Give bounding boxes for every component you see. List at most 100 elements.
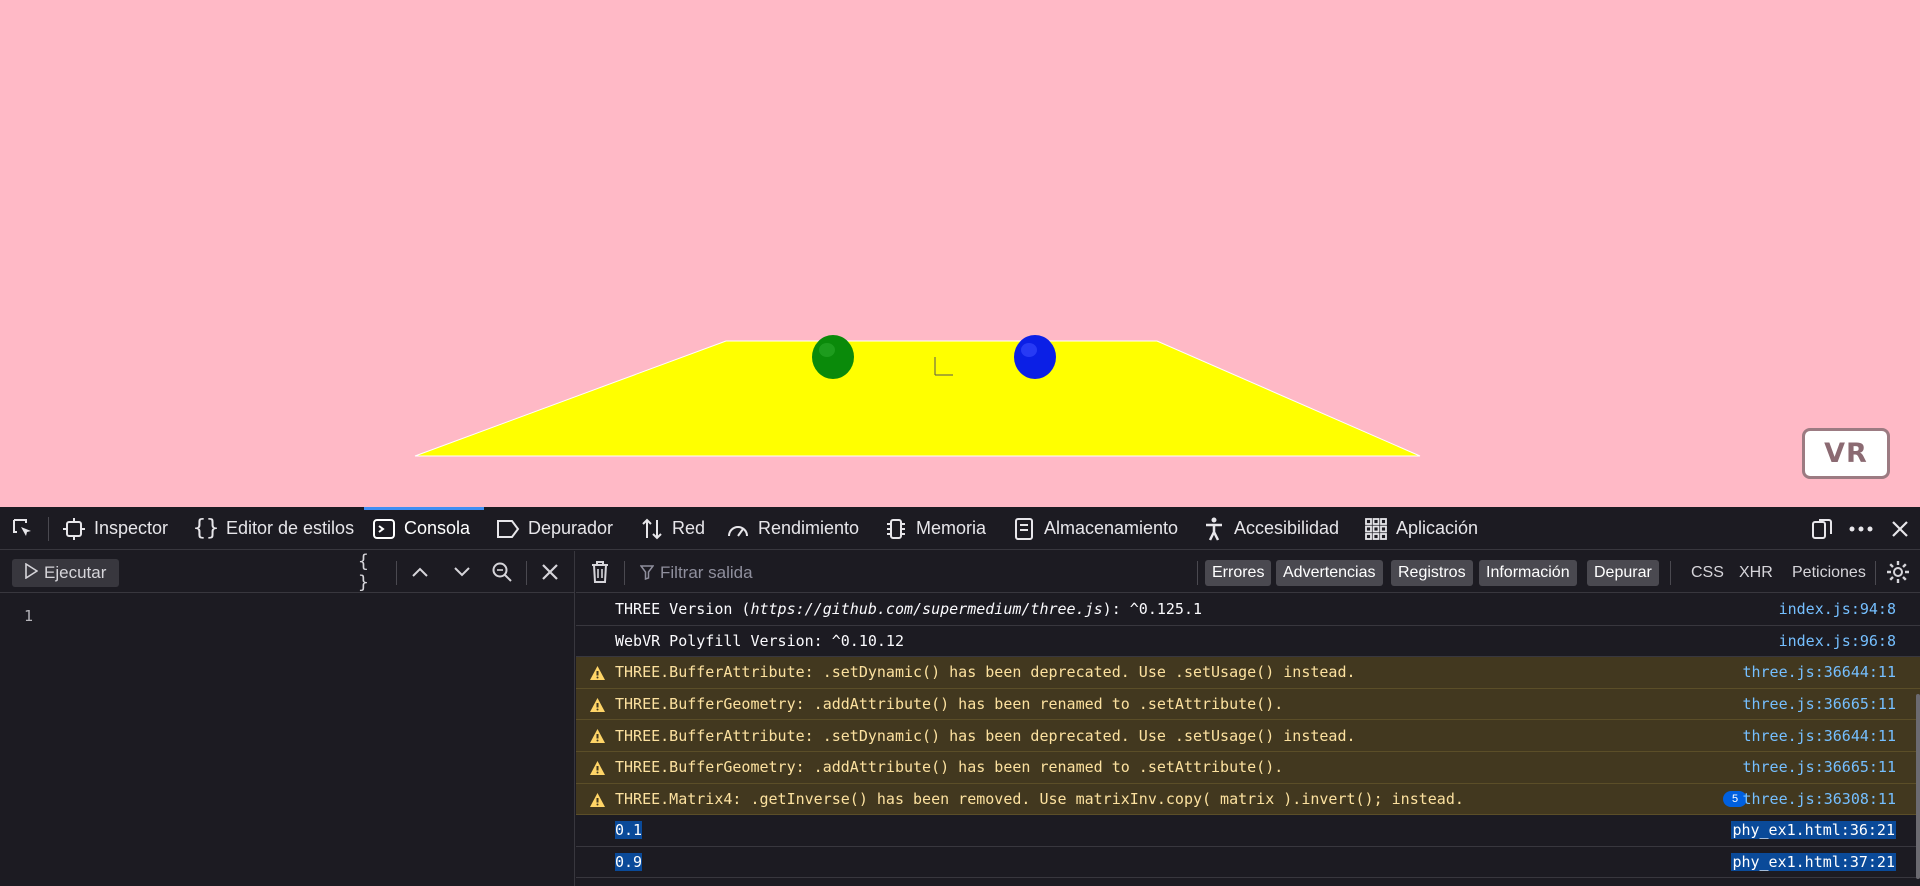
- toolbar-separator: [1197, 561, 1198, 585]
- vr-button[interactable]: VR: [1802, 428, 1890, 479]
- memory-icon: [884, 517, 908, 541]
- tab-accessibility[interactable]: Accesibilidad: [1194, 507, 1347, 550]
- message-source-link[interactable]: three.js:36644:11: [1742, 727, 1896, 745]
- message-text: 0.1: [615, 821, 643, 840]
- gear-icon[interactable]: [1882, 557, 1914, 587]
- tab-label: Red: [672, 518, 706, 538]
- tab-performance[interactable]: Rendimiento: [718, 507, 867, 550]
- message-source-link[interactable]: phy_ex1.html:37:21: [1731, 853, 1896, 872]
- filter-css-button[interactable]: CSS: [1691, 560, 1724, 586]
- message-source-link[interactable]: phy_ex1.html:36:21: [1731, 821, 1896, 840]
- filter-xhr-button[interactable]: XHR: [1739, 560, 1773, 586]
- tab-label: Inspector: [94, 518, 169, 538]
- tab-inspector[interactable]: Inspector: [54, 507, 176, 550]
- performance-icon: [726, 517, 750, 541]
- trash-icon[interactable]: [584, 557, 616, 587]
- output-toolbar: Errores Advertencias Registros Informaci…: [576, 551, 1920, 593]
- tab-label: Almacenamiento: [1044, 518, 1179, 538]
- filter-logs-button[interactable]: Registros: [1391, 560, 1473, 586]
- braces-icon: {}: [192, 516, 220, 541]
- tab-application[interactable]: Aplicación: [1356, 507, 1486, 550]
- devtools-tabbar: Inspector {} Editor de estilos Consola D…: [0, 507, 1920, 550]
- toolbar-separator: [1670, 561, 1671, 585]
- tab-label: Memoria: [916, 518, 987, 538]
- run-button[interactable]: Ejecutar: [12, 559, 119, 587]
- toolbar-separator: [624, 561, 625, 585]
- tabbar-separator: [48, 517, 49, 541]
- tab-style-editor[interactable]: {} Editor de estilos: [186, 507, 362, 550]
- message-text: WebVR Polyfill Version: ^0.10.12: [615, 631, 904, 650]
- filter-info-button[interactable]: Información: [1479, 560, 1577, 586]
- message-text: THREE.Matrix4: .getInverse() has been re…: [615, 789, 1464, 808]
- warning-icon: [589, 697, 606, 717]
- message-source-link[interactable]: three.js:36644:11: [1742, 663, 1896, 681]
- message-text: THREE.BufferAttribute: .setDynamic() has…: [615, 726, 1356, 745]
- reverse-search-icon[interactable]: [486, 557, 518, 587]
- warning-icon: [589, 665, 606, 685]
- warning-icon: [589, 792, 606, 812]
- application-icon: [1364, 517, 1388, 541]
- tab-label: Depurador: [528, 518, 614, 538]
- message-text: 0.9: [615, 853, 643, 872]
- run-button-label: Ejecutar: [44, 563, 107, 582]
- console-editor-pane[interactable]: Ejecutar { } 1: [0, 551, 575, 886]
- console-message: THREE Version (https://github.com/superm…: [576, 594, 1920, 626]
- more-options-icon[interactable]: [1844, 507, 1878, 550]
- console-message: WebVR Polyfill Version: ^0.10.12 index.j…: [576, 626, 1920, 658]
- message-text: THREE.BufferAttribute: .setDynamic() has…: [615, 663, 1356, 682]
- message-source-link[interactable]: index.js:94:8: [1779, 600, 1896, 618]
- close-devtools-icon[interactable]: [1883, 507, 1917, 550]
- accessibility-icon: [1202, 517, 1226, 541]
- tab-label: Editor de estilos: [226, 518, 355, 538]
- inspector-icon: [62, 517, 86, 541]
- debugger-icon: [496, 517, 520, 541]
- tab-memory[interactable]: Memoria: [876, 507, 994, 550]
- toolbar-separator: [1875, 561, 1876, 585]
- warning-icon: [589, 760, 606, 780]
- tab-label: Consola: [404, 518, 471, 538]
- message-source-link[interactable]: three.js:36665:11: [1742, 758, 1896, 776]
- message-source-link[interactable]: three.js:36308:11: [1742, 790, 1896, 808]
- webgl-scene[interactable]: VR: [0, 0, 1920, 507]
- play-icon: [24, 562, 39, 584]
- close-editor-icon[interactable]: [534, 557, 566, 587]
- console-messages: THREE Version (https://github.com/superm…: [576, 594, 1920, 886]
- console-output-pane: Errores Advertencias Registros Informaci…: [576, 551, 1920, 886]
- console-warning: THREE.BufferGeometry: .addAttribute() ha…: [576, 751, 1920, 784]
- tab-label: Rendimiento: [758, 518, 860, 538]
- console-message: 0.1 phy_ex1.html:36:21: [576, 815, 1920, 847]
- blue-sphere: [1014, 335, 1056, 379]
- green-sphere: [812, 335, 854, 379]
- message-source-link[interactable]: index.js:96:8: [1779, 632, 1896, 650]
- chevron-up-icon[interactable]: [404, 557, 436, 587]
- tab-network[interactable]: Red: [632, 507, 713, 550]
- toolbar-separator: [396, 561, 397, 585]
- filter-output-input[interactable]: [638, 558, 1188, 588]
- console-warning: THREE.Matrix4: .getInverse() has been re…: [576, 783, 1920, 816]
- toolbar-separator: [526, 561, 527, 585]
- tab-label: Aplicación: [1396, 518, 1479, 538]
- tab-storage[interactable]: Almacenamiento: [1004, 507, 1186, 550]
- console-icon: [372, 517, 396, 541]
- filter-errors-button[interactable]: Errores: [1205, 560, 1272, 586]
- console-warning: THREE.BufferGeometry: .addAttribute() ha…: [576, 688, 1920, 721]
- storage-icon: [1012, 517, 1036, 541]
- tab-console[interactable]: Consola: [364, 507, 484, 550]
- editor-toolbar: Ejecutar { }: [0, 551, 575, 593]
- message-source-link[interactable]: three.js:36665:11: [1742, 695, 1896, 713]
- dock-side-icon[interactable]: [1805, 507, 1839, 550]
- filter-debug-button[interactable]: Depurar: [1587, 560, 1659, 586]
- tab-label: Accesibilidad: [1234, 518, 1340, 538]
- scrollbar[interactable]: [1916, 694, 1920, 879]
- message-text: THREE Version (https://github.com/superm…: [615, 600, 1203, 619]
- console-warning: THREE.BufferAttribute: .setDynamic() has…: [576, 657, 1920, 689]
- chevron-down-icon[interactable]: [446, 557, 478, 587]
- line-number: 1: [24, 607, 34, 625]
- console-message: 0.9 phy_ex1.html:37:21: [576, 847, 1920, 879]
- element-picker-icon[interactable]: [6, 507, 40, 550]
- filter-warnings-button[interactable]: Advertencias: [1276, 560, 1383, 586]
- filter-requests-button[interactable]: Peticiones: [1792, 560, 1866, 586]
- tab-debugger[interactable]: Depurador: [488, 507, 621, 550]
- warning-icon: [589, 728, 606, 748]
- pretty-print-icon[interactable]: { }: [358, 551, 390, 593]
